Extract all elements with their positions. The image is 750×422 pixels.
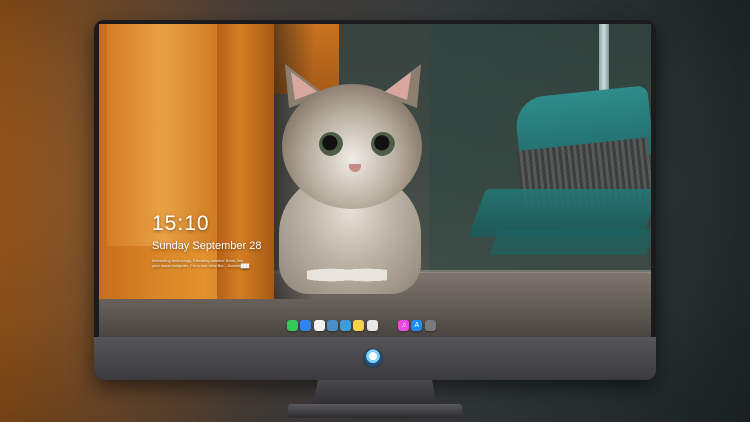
lock-date: Sunday September 28 xyxy=(152,240,262,252)
preview-icon[interactable] xyxy=(326,319,338,331)
dock: ♫ A xyxy=(287,318,438,332)
finder-icon[interactable] xyxy=(300,319,312,331)
notes-icon[interactable] xyxy=(353,319,365,331)
clock-icon[interactable] xyxy=(313,319,325,331)
imovie-icon[interactable] xyxy=(340,319,352,331)
lock-caption: Interesting technology, Elevating creati… xyxy=(152,258,272,268)
brand-logo-icon xyxy=(364,349,382,367)
monitor-chin xyxy=(94,337,656,380)
monitor-stand-base xyxy=(288,404,462,418)
cat-photo xyxy=(267,64,437,294)
camera-icon[interactable] xyxy=(424,319,436,331)
lock-time: 15:10 xyxy=(152,212,210,235)
lock-caption-line: your usual computer. For a one view like… xyxy=(152,263,250,268)
lock-screen: 15:10 Sunday September 28 Interesting te… xyxy=(99,24,651,337)
music-icon[interactable]: ♫ xyxy=(398,319,410,331)
app-store-icon[interactable]: A xyxy=(411,319,423,331)
photos-icon[interactable] xyxy=(366,319,378,331)
monitor-stand-neck xyxy=(313,380,437,406)
monitor: 15:10 Sunday September 28 Interesting te… xyxy=(94,20,656,380)
messages-icon[interactable] xyxy=(287,319,298,331)
